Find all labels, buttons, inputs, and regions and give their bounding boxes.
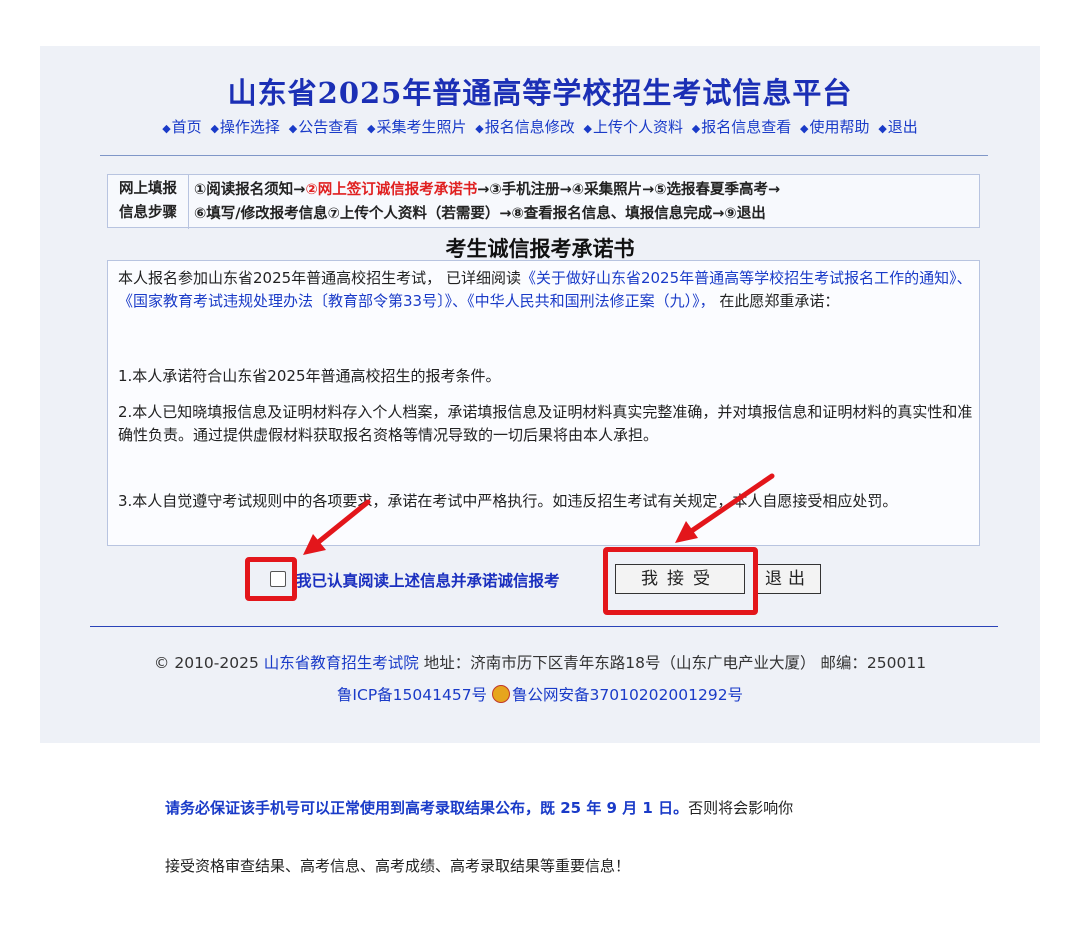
exit-button[interactable]: 退出 bbox=[755, 564, 821, 594]
notice-line-1: 请务必保证该手机号可以正常使用到高考录取结果公布，既 25 年 9 月 1 日。… bbox=[165, 799, 794, 817]
accept-highlight-box bbox=[603, 547, 758, 615]
nav-logout[interactable]: ◆退出 bbox=[878, 118, 917, 136]
confirm-row: 我已认真阅读上述信息并承诺诚信报考 我接受 退出 bbox=[0, 562, 1080, 598]
org-link[interactable]: 山东省教育招生考试院 bbox=[264, 654, 419, 672]
bullet-icon: ◆ bbox=[800, 122, 809, 135]
checkbox-highlight-box bbox=[245, 557, 297, 601]
steps-box: 网上填报 信息步骤 ①阅读报名须知→②网上签订诚信报考承诺书→③手机注册→④采集… bbox=[107, 174, 980, 229]
bullet-icon: ◆ bbox=[878, 122, 887, 135]
footer-divider bbox=[90, 626, 998, 627]
pledge-letter: 本人报名参加山东省2025年普通高校招生考试， 已详细阅读《关于做好山东省202… bbox=[107, 260, 980, 546]
letter-paragraph-2: 1.本人承诺符合山东省2025年普通高校招生的报考条件。 bbox=[118, 367, 501, 385]
police-badge-icon bbox=[492, 685, 510, 703]
current-step: ②网上签订诚信报考承诺书 bbox=[305, 182, 478, 198]
steps-line-2: ⑥填写/修改报考信息⑦上传个人资料（若需要）→⑧查看报名信息、填报信息完成→⑨退… bbox=[194, 206, 766, 222]
bullet-icon: ◆ bbox=[583, 122, 592, 135]
nav-home[interactable]: ◆首页 bbox=[162, 118, 201, 136]
nav-upload-docs[interactable]: ◆上传个人资料 bbox=[584, 118, 683, 136]
icp-link[interactable]: 鲁ICP备15041457号 bbox=[337, 686, 487, 704]
nav-edit-registration[interactable]: ◆报名信息修改 bbox=[475, 118, 574, 136]
agree-checkbox-label[interactable]: 我已认真阅读上述信息并承诺诚信报考 bbox=[296, 569, 560, 591]
nav-help[interactable]: ◆使用帮助 bbox=[800, 118, 869, 136]
bullet-icon: ◆ bbox=[162, 122, 171, 135]
letter-paragraph-3: 2.本人已知晓填报信息及证明材料存入个人档案，承诺填报信息及证明材料真实完整准确… bbox=[118, 403, 973, 444]
top-nav: ◆首页 ◆操作选择 ◆公告查看 ◆采集考生照片 ◆报名信息修改 ◆上传个人资料 … bbox=[0, 116, 1080, 137]
nav-collect-photo[interactable]: ◆采集考生照片 bbox=[367, 118, 466, 136]
bullet-icon: ◆ bbox=[210, 122, 219, 135]
footer-filing: 鲁ICP备15041457号 鲁公网安备37010202001292号 bbox=[0, 683, 1080, 705]
steps-line-1: ①阅读报名须知→②网上签订诚信报考承诺书→③手机注册→④采集照片→⑤选报春夏季高… bbox=[194, 182, 781, 198]
bullet-icon: ◆ bbox=[475, 122, 484, 135]
letter-paragraph-1: 本人报名参加山东省2025年普通高校招生考试， 已详细阅读《关于做好山东省202… bbox=[118, 269, 972, 310]
nav-operation-select[interactable]: ◆操作选择 bbox=[210, 118, 279, 136]
bullet-icon: ◆ bbox=[366, 122, 376, 135]
nav-announcements[interactable]: ◆公告查看 bbox=[289, 118, 358, 136]
nav-view-registration[interactable]: ◆报名信息查看 bbox=[692, 118, 791, 136]
letter-paragraph-4: 3.本人自觉遵守考试规则中的各项要求，承诺在考试中严格执行。如违反招生考试有关规… bbox=[118, 492, 898, 510]
steps-label: 网上填报 信息步骤 bbox=[108, 175, 189, 229]
page-title: 山东省2025年普通高等学校招生考试信息平台 bbox=[227, 76, 853, 110]
police-filing-link[interactable]: 鲁公网安备37010202001292号 bbox=[512, 686, 743, 704]
bullet-icon: ◆ bbox=[288, 122, 298, 135]
footer-info: © 2010-2025 山东省教育招生考试院 地址：济南市历下区青年东路18号（… bbox=[153, 654, 927, 672]
notice-line-2: 接受资格审查结果、高考信息、高考成绩、高考录取结果等重要信息！ bbox=[165, 857, 631, 875]
letter-title: 考生诚信报考承诺书 bbox=[445, 237, 635, 261]
bullet-icon: ◆ bbox=[691, 122, 701, 135]
divider bbox=[100, 155, 988, 156]
